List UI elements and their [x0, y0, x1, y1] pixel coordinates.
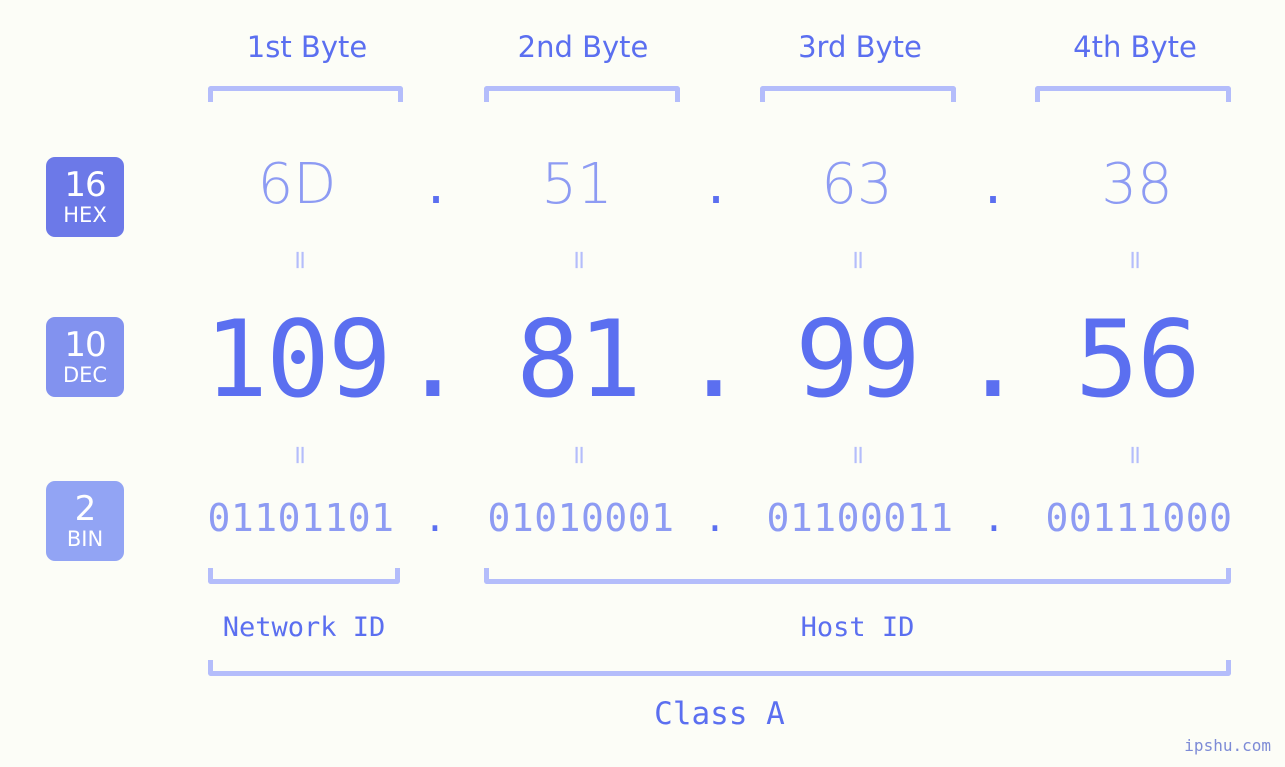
hex-byte-1: 6D [257, 152, 337, 217]
hex-byte-3: 63 [821, 152, 893, 217]
dec-separator-3: . [961, 298, 1025, 421]
hex-separator-3: . [984, 152, 1002, 217]
network-id-bracket [208, 568, 400, 584]
equals-icon-dec-bin-3: = [843, 444, 873, 466]
byte-header-4: 4th Byte [1073, 30, 1197, 64]
byte-bracket-1 [208, 86, 403, 102]
hex-separator-2: . [707, 152, 725, 217]
hex-byte-2: 51 [541, 152, 613, 217]
ip-address-breakdown-diagram: 1st Byte 2nd Byte 3rd Byte 4th Byte 16 H… [0, 0, 1285, 767]
base-badge-hex-number: 16 [64, 165, 106, 205]
equals-icon-hex-dec-2: = [564, 249, 594, 271]
dec-byte-3: 99 [795, 298, 921, 421]
site-watermark: ipshu.com [1184, 736, 1271, 755]
byte-header-1: 1st Byte [246, 30, 368, 64]
bin-byte-4: 00111000 [1045, 496, 1233, 540]
equals-icon-hex-dec-3: = [843, 249, 873, 271]
bin-separator-1: . [423, 496, 447, 540]
equals-icon-dec-bin-4: = [1120, 444, 1150, 466]
equals-icon-hex-dec-1: = [285, 249, 315, 271]
dec-separator-1: . [401, 298, 465, 421]
byte-bracket-3 [760, 86, 956, 102]
bin-byte-3: 01100011 [766, 496, 954, 540]
ip-class-label: Class A [654, 696, 785, 732]
bin-byte-1: 01101101 [207, 496, 395, 540]
hex-byte-4: 38 [1101, 152, 1173, 217]
host-id-label: Host ID [800, 612, 915, 643]
byte-header-3: 3rd Byte [798, 30, 922, 64]
equals-icon-hex-dec-4: = [1120, 249, 1150, 271]
base-badge-bin: 2 BIN [46, 481, 124, 561]
host-id-bracket [484, 568, 1231, 584]
base-badge-dec: 10 DEC [46, 317, 124, 397]
bin-separator-2: . [703, 496, 727, 540]
dec-byte-4: 56 [1075, 298, 1201, 421]
base-badge-bin-system: BIN [66, 527, 104, 551]
dec-byte-2: 81 [516, 298, 642, 421]
network-id-label: Network ID [222, 612, 386, 643]
equals-icon-dec-bin-1: = [285, 444, 315, 466]
bin-separator-3: . [982, 496, 1006, 540]
base-badge-dec-system: DEC [62, 363, 108, 387]
base-badge-dec-number: 10 [64, 325, 106, 365]
byte-header-2: 2nd Byte [517, 30, 649, 64]
byte-bracket-2 [484, 86, 680, 102]
dec-separator-2: . [682, 298, 746, 421]
byte-bracket-4 [1035, 86, 1231, 102]
base-badge-hex: 16 HEX [46, 157, 124, 237]
base-badge-hex-system: HEX [63, 203, 107, 227]
base-badge-bin-number: 2 [74, 489, 97, 529]
bin-byte-2: 01010001 [487, 496, 675, 540]
hex-separator-1: . [427, 152, 445, 217]
equals-icon-dec-bin-2: = [564, 444, 594, 466]
dec-byte-1: 109 [204, 298, 391, 421]
ip-class-bracket [208, 660, 1231, 676]
